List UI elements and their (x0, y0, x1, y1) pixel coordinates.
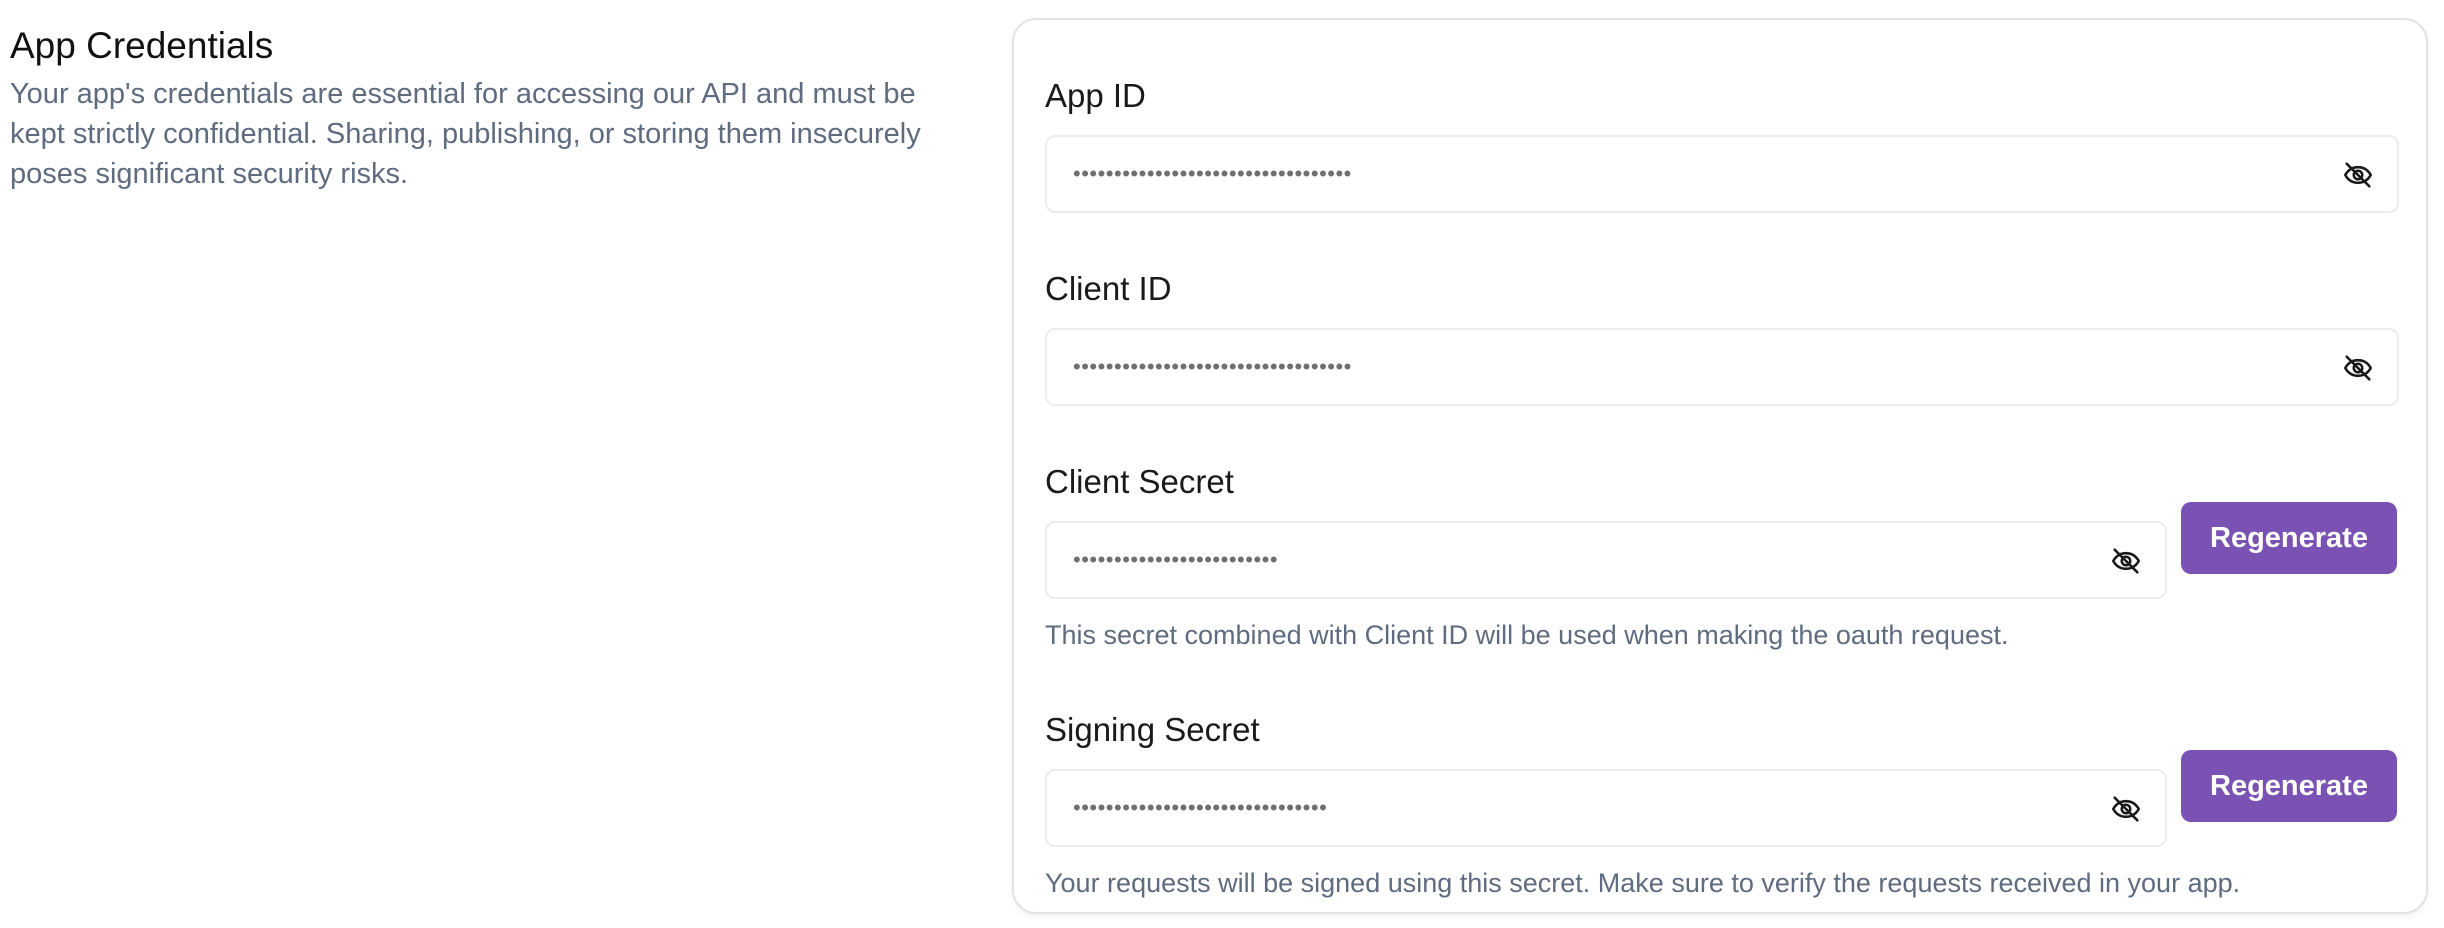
page-title: App Credentials (10, 25, 274, 66)
client-secret-masked-value: ••••••••••••••••••••••••• (1073, 547, 1279, 572)
signing-secret-label: Signing Secret (1045, 711, 1260, 748)
client-secret-hint: This secret combined with Client ID will… (1045, 620, 2009, 650)
client-secret-label: Client Secret (1045, 463, 1234, 500)
eye-off-icon[interactable] (2109, 792, 2143, 826)
signing-secret-masked-value: ••••••••••••••••••••••••••••••• (1073, 795, 1328, 820)
client-id-masked-value: •••••••••••••••••••••••••••••••••• (1073, 354, 1352, 379)
client-id-field[interactable]: •••••••••••••••••••••••••••••••••• (1045, 328, 2399, 406)
client-id-label: Client ID (1045, 270, 1172, 307)
app-id-label: App ID (1045, 77, 1146, 114)
section-description: Your app's credentials are essential for… (10, 78, 921, 190)
credentials-card: App ID •••••••••••••••••••••••••••••••••… (1012, 18, 2428, 914)
regenerate-client-secret-button[interactable]: Regenerate (2181, 502, 2397, 574)
eye-off-icon[interactable] (2109, 544, 2143, 578)
eye-off-icon[interactable] (2341, 158, 2375, 192)
signing-secret-hint: Your requests will be signed using this … (1045, 868, 2241, 898)
client-secret-field[interactable]: ••••••••••••••••••••••••• (1045, 521, 2167, 599)
section-intro: App Credentials Your app's credentials a… (10, 22, 950, 194)
eye-off-icon[interactable] (2341, 351, 2375, 385)
app-id-field[interactable]: •••••••••••••••••••••••••••••••••• (1045, 135, 2399, 213)
signing-secret-field[interactable]: ••••••••••••••••••••••••••••••• (1045, 769, 2167, 847)
regenerate-signing-secret-button[interactable]: Regenerate (2181, 750, 2397, 822)
app-id-masked-value: •••••••••••••••••••••••••••••••••• (1073, 161, 1352, 186)
